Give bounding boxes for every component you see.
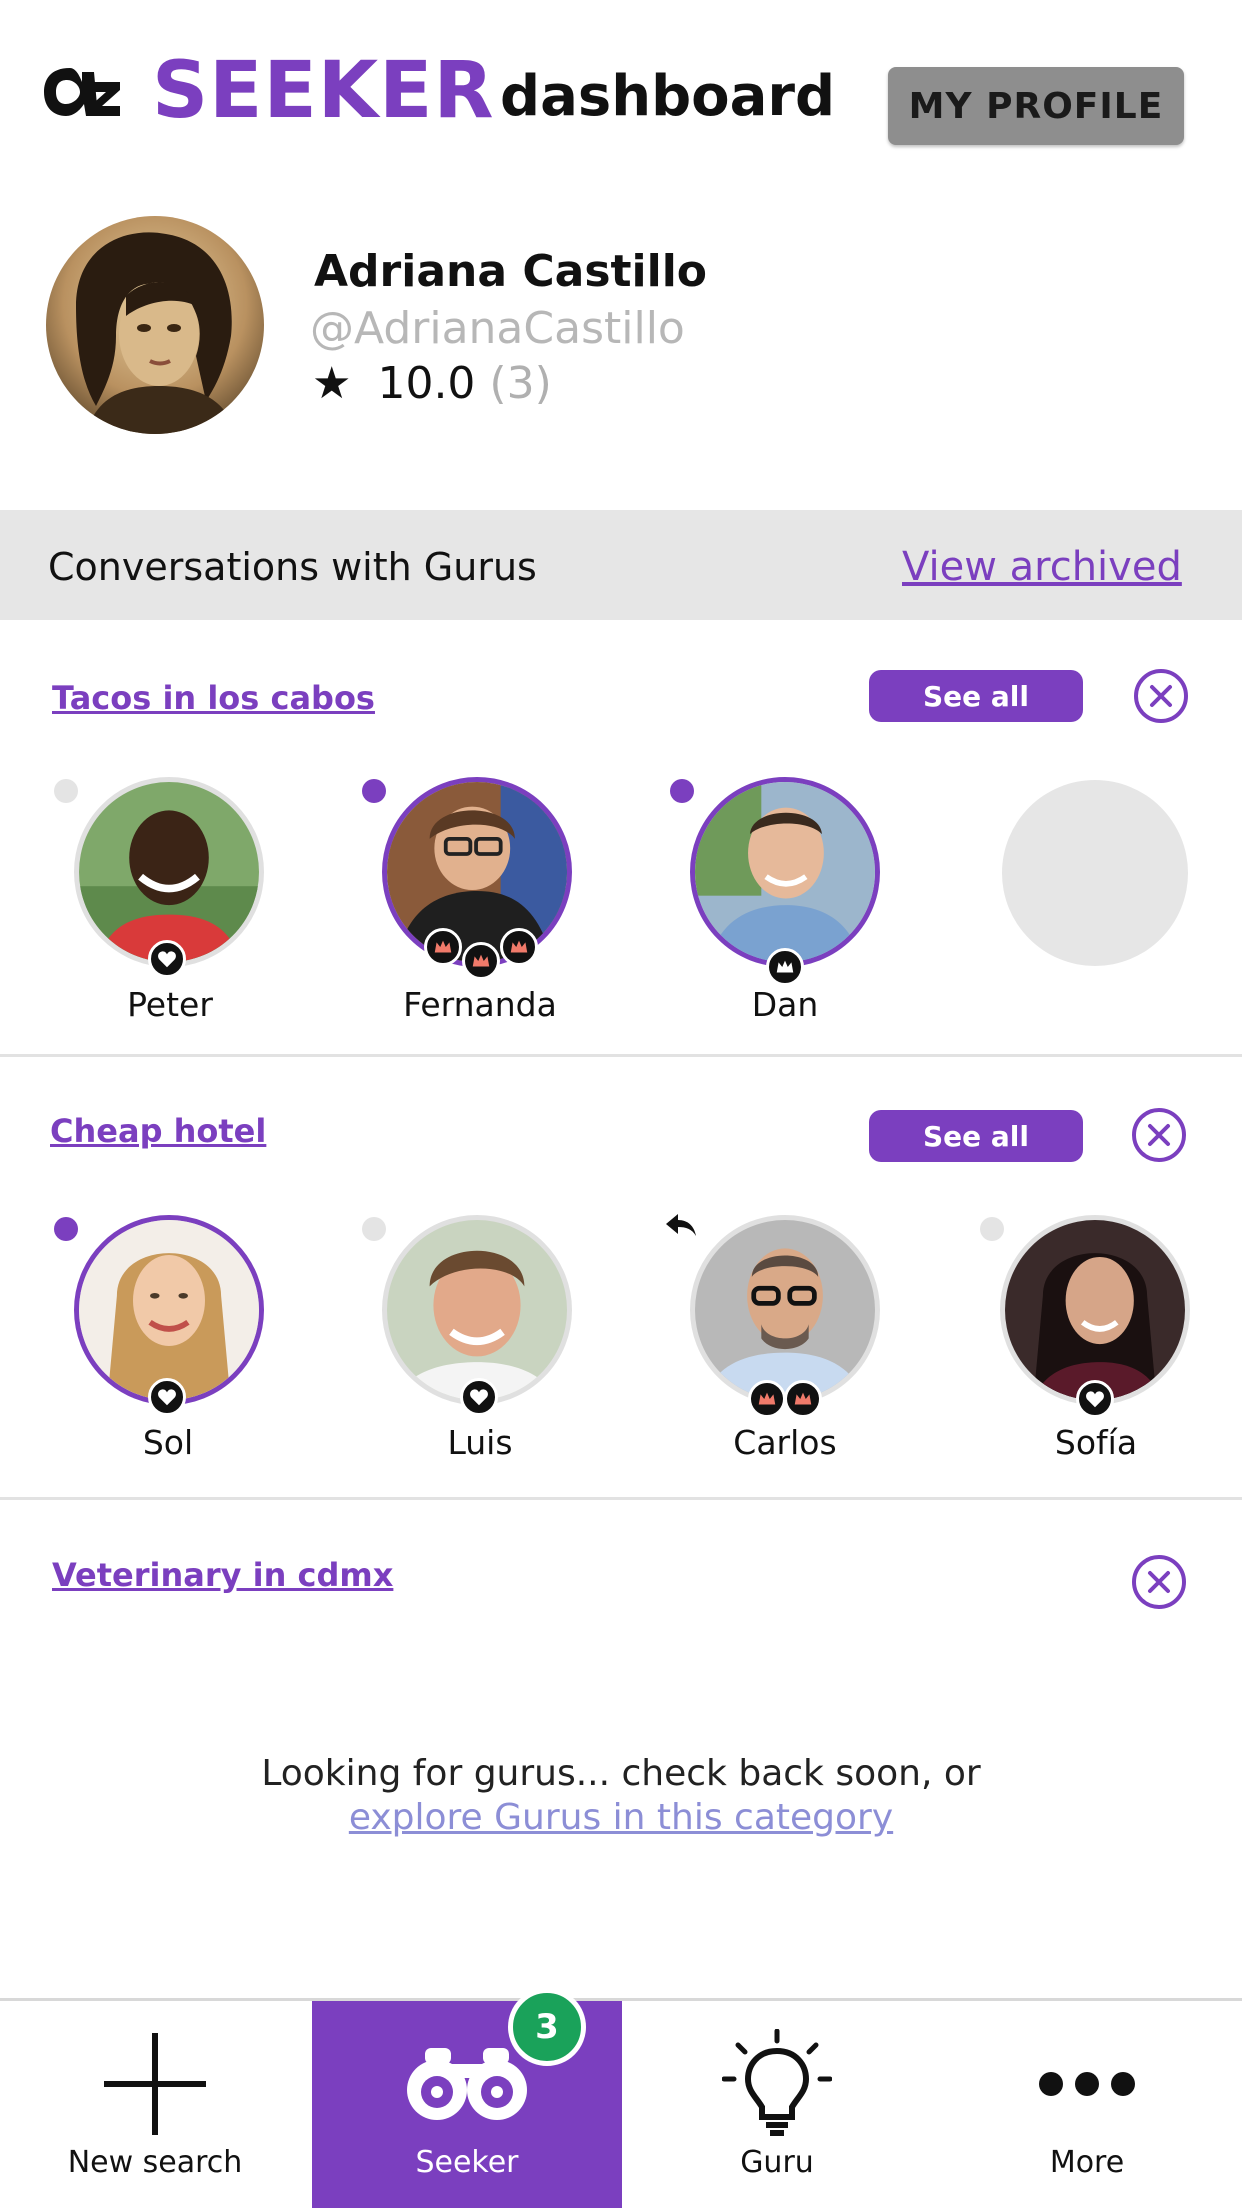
status-dot bbox=[980, 1217, 1004, 1241]
crown-badge-icon bbox=[500, 928, 538, 966]
guru-name: Luis bbox=[447, 1423, 513, 1462]
guru-avatar-peter[interactable] bbox=[74, 777, 264, 967]
guru-avatar-sol[interactable] bbox=[74, 1215, 264, 1405]
guru-avatar-carlos[interactable] bbox=[690, 1215, 880, 1405]
rating-value: 10.0 bbox=[377, 358, 476, 409]
nav-label: More bbox=[1049, 2145, 1125, 2180]
unread-dot bbox=[54, 1217, 78, 1241]
see-all-button[interactable]: See all bbox=[869, 670, 1083, 722]
more-dots-icon bbox=[932, 2029, 1242, 2139]
guru-name: Peter bbox=[127, 985, 213, 1024]
profile-name: Adriana Castillo bbox=[314, 246, 708, 297]
star-icon: ★ bbox=[312, 358, 352, 409]
profile-rating: ★ 10.0 (3) bbox=[312, 356, 552, 412]
group-title-tacos[interactable]: Tacos in los cabos bbox=[52, 678, 375, 718]
guru-name: Fernanda bbox=[403, 985, 557, 1024]
close-icon[interactable] bbox=[1132, 1108, 1186, 1162]
nav-more[interactable]: More bbox=[932, 2001, 1242, 2208]
profile-handle: @AdrianaCastillo bbox=[310, 303, 685, 354]
divider bbox=[0, 1497, 1242, 1500]
guru-name: Dan bbox=[751, 985, 819, 1024]
reply-icon bbox=[664, 1210, 700, 1240]
nav-label: Seeker bbox=[415, 2145, 519, 2180]
heart-badge-icon bbox=[460, 1378, 498, 1416]
status-dot bbox=[54, 779, 78, 803]
nav-guru[interactable]: Guru bbox=[622, 2001, 932, 2208]
nav-new-search[interactable]: New search bbox=[0, 2001, 310, 2208]
brand-title: SEEKER bbox=[152, 46, 495, 136]
view-archived-link[interactable]: View archived bbox=[902, 544, 1182, 590]
conversations-title: Conversations with Gurus bbox=[48, 545, 537, 589]
guru-placeholder bbox=[1002, 780, 1188, 966]
az-logo-icon bbox=[40, 60, 122, 124]
guru-name: Sol bbox=[142, 1423, 194, 1462]
heart-badge-icon bbox=[148, 1378, 186, 1416]
crown-badge-icon bbox=[784, 1380, 822, 1418]
guru-avatar-dan[interactable] bbox=[690, 777, 880, 967]
my-profile-button[interactable]: MY PROFILE bbox=[888, 67, 1184, 145]
see-all-button[interactable]: See all bbox=[869, 1110, 1083, 1162]
unread-dot bbox=[362, 779, 386, 803]
nav-label: New search bbox=[67, 2145, 243, 2180]
crown-badge-icon bbox=[748, 1380, 786, 1418]
heart-badge-icon bbox=[148, 940, 186, 978]
page-subtitle: dashboard bbox=[500, 64, 836, 129]
guru-name: Carlos bbox=[733, 1423, 837, 1462]
guru-avatar-fernanda[interactable] bbox=[382, 777, 572, 967]
guru-avatar-luis[interactable] bbox=[382, 1215, 572, 1405]
divider bbox=[0, 1054, 1242, 1057]
status-dot bbox=[362, 1217, 386, 1241]
empty-state-text: Looking for gurus... check back soon, or bbox=[261, 1753, 981, 1794]
heart-badge-icon bbox=[1076, 1380, 1114, 1418]
notification-badge: 3 bbox=[508, 1988, 586, 2066]
explore-gurus-link[interactable]: explore Gurus in this category bbox=[0, 1796, 1242, 1840]
profile-avatar bbox=[46, 216, 264, 434]
guru-avatar-sofia[interactable] bbox=[1000, 1215, 1190, 1405]
lightbulb-icon bbox=[622, 2029, 932, 2139]
group-title-veterinary[interactable]: Veterinary in cdmx bbox=[52, 1555, 393, 1595]
rating-count: (3) bbox=[489, 358, 552, 409]
close-icon[interactable] bbox=[1134, 669, 1188, 723]
guru-name: Sofía bbox=[1054, 1423, 1138, 1462]
unread-dot bbox=[670, 779, 694, 803]
plus-icon bbox=[0, 2029, 310, 2139]
close-icon[interactable] bbox=[1132, 1555, 1186, 1609]
nav-label: Guru bbox=[740, 2145, 814, 2180]
crown-badge-icon bbox=[462, 942, 500, 980]
crown-badge-icon bbox=[424, 928, 462, 966]
crown-badge-icon bbox=[766, 948, 804, 986]
group-title-hotel[interactable]: Cheap hotel bbox=[50, 1111, 266, 1151]
